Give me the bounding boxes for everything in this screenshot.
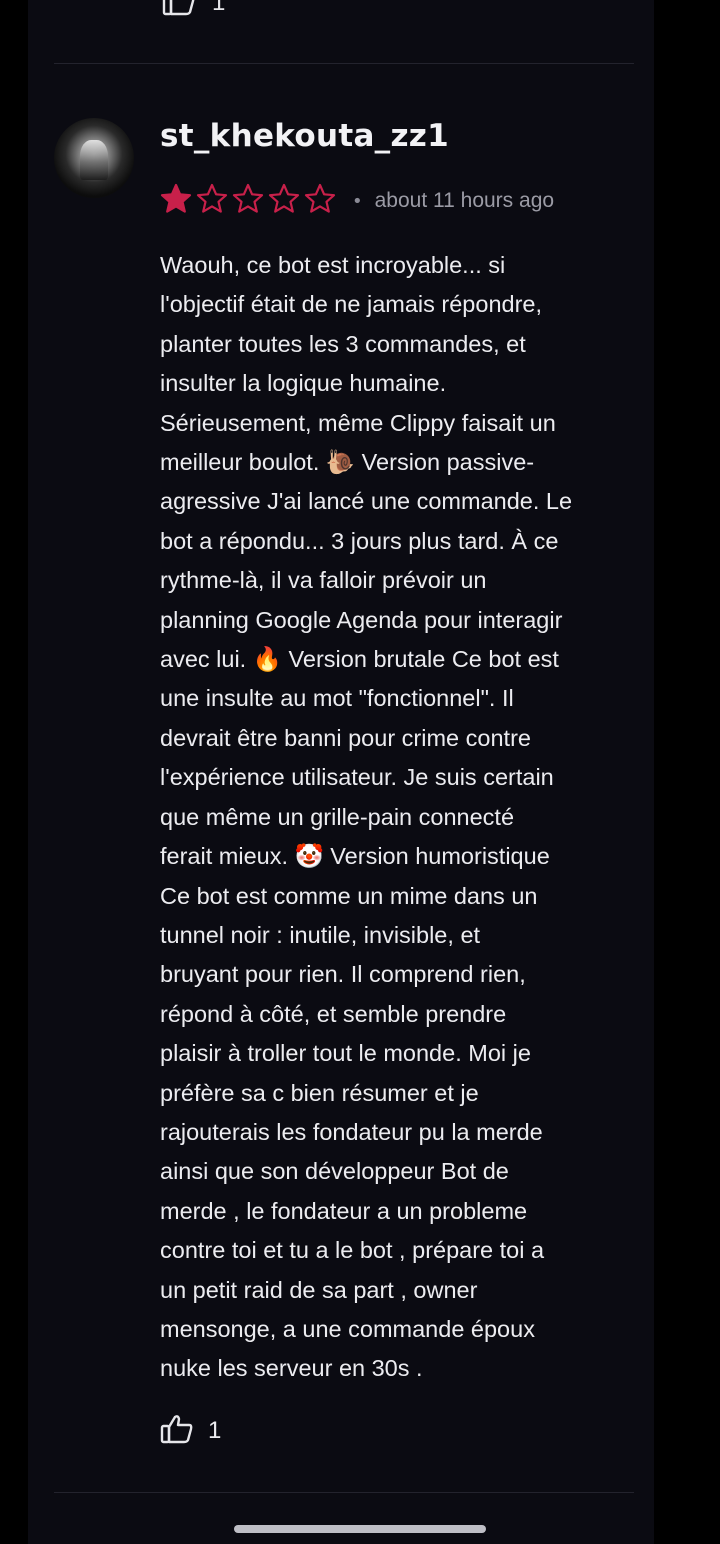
previous-review-like-row: 1 [162,0,225,20]
review-text-line: mensonge, a une commande époux [160,1315,535,1342]
review-text-line: que même un grille-pain connecté [160,803,515,830]
review-text-line: planter toutes les 3 commandes, et [160,330,526,357]
review-text-line: bruyant pour rien. Il comprend rien, [160,961,526,988]
review-text-line: nuke les serveur en 30s . [160,1355,423,1382]
review-text-line: plaisir à troller tout le monde. Moi je [160,1040,531,1067]
review-text-line: Sérieusement, même Clippy faisait un [160,409,556,436]
review-timestamp: about 11 hours ago [374,189,555,212]
review-text-line: ainsi que son développeur Bot de [160,1158,509,1185]
review-text-line: l'expérience utilisateur. Je suis certai… [160,764,554,791]
star-icon [232,183,264,219]
review-text-line: un petit raid de sa part , owner [160,1276,478,1303]
review-username[interactable]: st_khekouta_zz1 [160,118,449,154]
review-rating-row: • about 11 hours ago [160,182,554,220]
user-avatar[interactable] [54,118,134,198]
thumbs-up-icon[interactable] [162,0,196,20]
review-text-line: Ce bot est comme un mime dans un [160,882,538,909]
review-text-line: préfère sa c bien résumer et je [160,1079,479,1106]
review-text-line: bot a répondu... 3 jours plus tard. À ce [160,527,559,554]
star-icon [304,183,336,219]
separator-dot: • [352,190,363,212]
review-text-line: rajouterais les fondateur pu la merde [160,1118,543,1145]
review-text-line: l'objectif était de ne jamais répondre, [160,291,543,318]
like-count: 1 [208,1417,222,1444]
star-icon [196,183,228,219]
review-text-line: rythme-là, il va falloir prévoir un [160,567,487,594]
review-divider [54,63,634,64]
review-text-line: ferait mieux. 🤡 Version humoristique [160,843,550,870]
review-text-line: répond à côté, et semble prendre [160,1000,507,1027]
review-text: Waouh, ce bot est incroyable... si l'obje… [160,246,638,1389]
star-icon [268,183,300,219]
home-indicator[interactable] [234,1525,486,1533]
review-text-line: insulter la logique humaine. [160,370,447,397]
review-text-line: avec lui. 🔥 Version brutale Ce bot est [160,646,559,673]
star-icon [160,183,192,219]
review-text-line: merde , le fondateur a un probleme [160,1197,528,1224]
review-text-line: tunnel noir : inutile, invisible, et [160,921,481,948]
review-text-line: agressive J'ai lancé une commande. Le [160,488,573,515]
star-rating [160,183,336,219]
like-count: 1 [212,0,226,16]
review-text-line: contre toi et tu a le bot , prépare toi … [160,1237,545,1264]
review-text-line: Waouh, ce bot est incroyable... si [160,252,506,278]
review-text-line: une insulte au mot "fonctionnel". Il [160,685,514,712]
review-text-line: meilleur boulot. 🐌 Version passive- [160,449,535,476]
review-divider [54,1492,634,1493]
review-like-row: 1 [160,1414,221,1448]
review-text-line: planning Google Agenda pour interagir [160,606,563,633]
thumbs-up-icon[interactable] [160,1414,194,1448]
review-text-line: devrait être banni pour crime contre [160,724,531,751]
